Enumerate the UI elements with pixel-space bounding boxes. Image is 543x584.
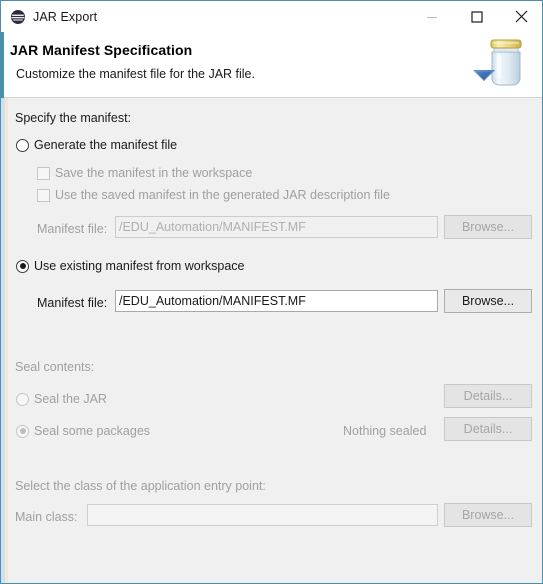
- dialog-header: JAR Manifest Specification Customize the…: [1, 32, 542, 98]
- minimize-button[interactable]: [409, 1, 454, 32]
- main-class-label: Main class:: [15, 510, 78, 524]
- page-subtitle: Customize the manifest file for the JAR …: [16, 67, 255, 81]
- entry-point-group-label: Select the class of the application entr…: [15, 479, 266, 493]
- radio-seal-the-jar-label: Seal the JAR: [34, 392, 107, 406]
- checkbox-save-manifest-workspace[interactable]: Save the manifest in the workspace: [37, 166, 252, 180]
- close-button[interactable]: [499, 1, 542, 32]
- main-class-browse-button[interactable]: Browse...: [444, 503, 532, 527]
- seal-contents-group-label: Seal contents:: [15, 360, 95, 374]
- maximize-icon: [470, 10, 483, 23]
- existing-manifest-file-label: Manifest file:: [37, 296, 108, 310]
- radio-seal-some-packages[interactable]: Seal some packages: [16, 424, 150, 438]
- main-class-input[interactable]: [87, 504, 438, 526]
- checkbox-use-saved-manifest[interactable]: Use the saved manifest in the generated …: [37, 188, 390, 202]
- radio-generate-manifest-indicator: [16, 138, 29, 152]
- minimize-icon: [426, 16, 437, 18]
- seal-some-packages-details-button[interactable]: Details...: [444, 417, 532, 441]
- checkbox-save-manifest-workspace-box: [37, 166, 50, 180]
- existing-manifest-file-input[interactable]: /EDU_Automation/MANIFEST.MF: [115, 290, 438, 312]
- title-bar: JAR Export: [1, 1, 542, 32]
- seal-the-jar-details-button[interactable]: Details...: [444, 384, 532, 408]
- generate-manifest-file-input[interactable]: /EDU_Automation/MANIFEST.MF: [115, 216, 438, 238]
- radio-generate-manifest[interactable]: Generate the manifest file: [16, 138, 177, 152]
- jar-export-banner-icon: [464, 34, 536, 96]
- existing-manifest-browse-button[interactable]: Browse...: [444, 289, 532, 313]
- specify-manifest-group-label: Specify the manifest:: [15, 111, 132, 125]
- radio-use-existing-manifest-indicator: [16, 259, 29, 273]
- radio-use-existing-manifest[interactable]: Use existing manifest from workspace: [16, 259, 245, 273]
- window-title: JAR Export: [33, 9, 98, 24]
- generate-manifest-file-label: Manifest file:: [37, 222, 108, 236]
- checkbox-use-saved-manifest-label: Use the saved manifest in the generated …: [55, 188, 390, 202]
- generate-manifest-browse-button[interactable]: Browse...: [444, 215, 532, 239]
- dialog-body: Specify the manifest: Generate the manif…: [1, 98, 542, 583]
- header-accent-bar: [1, 32, 4, 98]
- page-title: JAR Manifest Specification: [10, 42, 193, 58]
- maximize-button[interactable]: [454, 1, 499, 32]
- radio-seal-some-packages-label: Seal some packages: [34, 424, 151, 438]
- radio-generate-manifest-label: Generate the manifest file: [34, 138, 178, 152]
- radio-use-existing-manifest-label: Use existing manifest from workspace: [34, 259, 245, 273]
- seal-status-text: Nothing sealed: [343, 424, 427, 438]
- window-controls: [409, 1, 542, 32]
- jar-export-dialog: JAR Export JAR Manifest Specification Cu…: [0, 0, 543, 584]
- radio-seal-some-packages-indicator: [16, 424, 29, 438]
- checkbox-save-manifest-workspace-label: Save the manifest in the workspace: [55, 166, 253, 180]
- dialog-content: Specify the manifest: Generate the manif…: [1, 98, 542, 583]
- checkbox-use-saved-manifest-box: [37, 188, 50, 202]
- close-icon: [515, 10, 528, 23]
- radio-seal-the-jar[interactable]: Seal the JAR: [16, 392, 107, 406]
- radio-seal-the-jar-indicator: [16, 392, 29, 406]
- eclipse-logo-icon: [10, 9, 26, 25]
